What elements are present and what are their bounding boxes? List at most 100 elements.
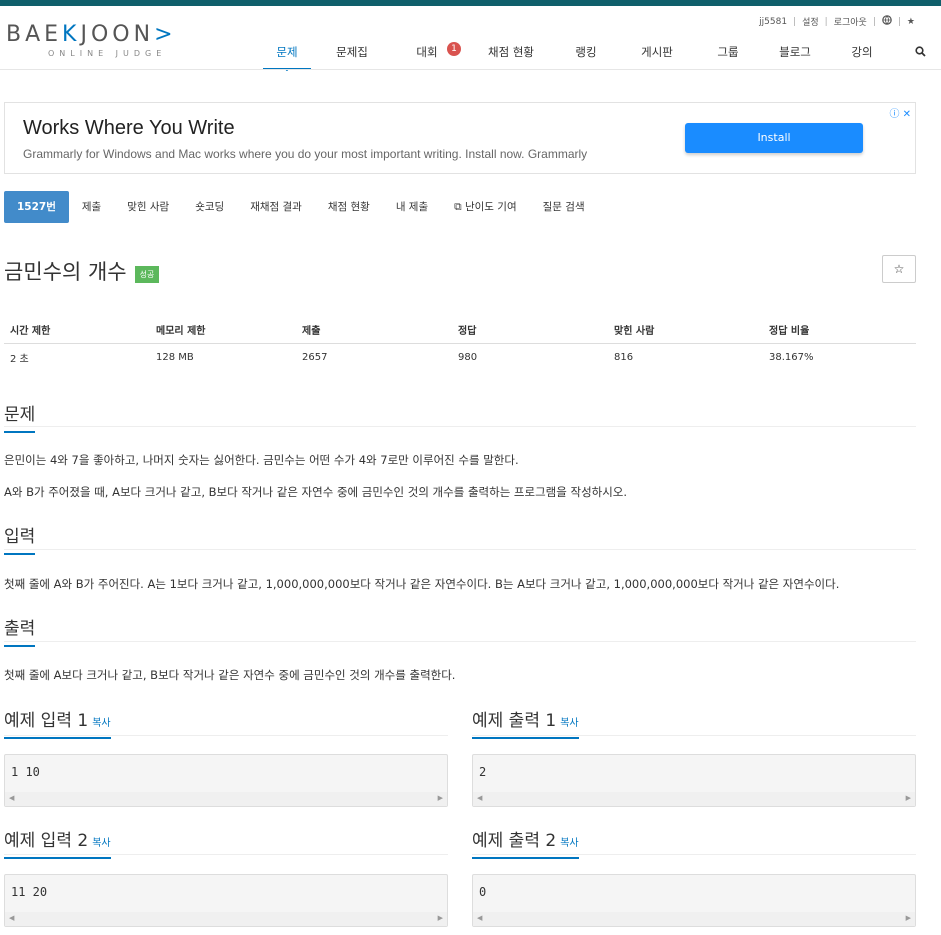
problem-paragraph-2: A와 B가 주어졌을 때, A보다 크거나 같고, B보다 작거나 같은 자연수… [4, 485, 628, 499]
ad-install-button[interactable]: Install [685, 123, 863, 153]
ad-close-icon[interactable]: ⓘ ✕ [889, 105, 911, 120]
problem-title-row: 금민수의 개수 성공 [4, 256, 160, 286]
external-link-icon: ⧉ [454, 201, 465, 213]
separator: | [872, 16, 876, 27]
ad-text: Grammarly for Windows and Mac works wher… [23, 147, 588, 161]
heading-text: 예제 입력 1 [4, 711, 89, 731]
solved-users-value: 816 [614, 352, 634, 364]
sample-input-2-text: 11 20 [11, 885, 48, 899]
table-row: 2 초 128 MB 2657 980 816 38.167% [4, 344, 916, 372]
favorite-button[interactable]: ☆ [882, 255, 916, 283]
memory-limit-value: 128 MB [156, 352, 194, 364]
star-icon[interactable]: ★ [907, 17, 915, 27]
submissions-value: 2657 [302, 352, 328, 364]
accepted-value: 980 [458, 352, 478, 364]
section-divider [472, 854, 916, 855]
input-description: 첫째 줄에 A와 B가 주어진다. A는 1보다 크거나 같고, 1,000,0… [4, 577, 840, 591]
time-limit-value: 2 초 [10, 354, 29, 366]
search-button[interactable] [897, 44, 941, 70]
nav-contests[interactable]: 대회 1 [395, 42, 461, 70]
scroll-left-icon[interactable]: ◀ [477, 794, 482, 802]
globe-icon[interactable] [882, 15, 892, 28]
header-divider [0, 69, 941, 70]
nav-status[interactable]: 채점 현황 [469, 44, 553, 70]
nav-groups[interactable]: 그룹 [701, 44, 755, 70]
section-divider [472, 735, 916, 736]
scroll-right-icon[interactable]: ▶ [906, 914, 911, 922]
header-memory-limit: 메모리 제한 [150, 316, 296, 344]
section-heading-output: 출력 [4, 614, 36, 647]
tab-my-submissions[interactable]: 내 제출 [383, 191, 441, 223]
top-accent-bar [0, 0, 941, 6]
copy-button[interactable]: 복사 [92, 838, 110, 849]
section-divider [4, 426, 916, 427]
ad-banner[interactable]: Works Where You Write Grammarly for Wind… [4, 102, 916, 174]
section-heading-input: 입력 [4, 522, 36, 555]
tab-submit[interactable]: 제출 [69, 191, 114, 223]
header-submissions: 제출 [296, 316, 452, 344]
nav-label: 그룹 [717, 45, 739, 59]
nav-label: 문제집 [336, 45, 368, 59]
nav-ranking[interactable]: 랭킹 [559, 44, 613, 70]
tab-label: 난이도 기여 [464, 201, 517, 213]
horizontal-scrollbar[interactable]: ◀ ▶ [473, 912, 915, 926]
problem-tabs: 1527번 제출 맞힌 사람 숏코딩 재채점 결과 채점 현황 내 제출 ⧉ 난… [4, 191, 598, 223]
horizontal-scrollbar[interactable]: ◀ ▶ [5, 792, 447, 806]
heading-text: 문제 [4, 400, 36, 433]
nav-label: 게시판 [641, 45, 673, 59]
main-nav: 문제 ⌄ 문제집 대회 1 채점 현황 랭킹 게시판 그룹 블로그 강의 [263, 42, 941, 74]
scroll-left-icon[interactable]: ◀ [9, 794, 14, 802]
nav-problems[interactable]: 문제 ⌄ [263, 44, 311, 74]
scroll-right-icon[interactable]: ▶ [906, 794, 911, 802]
logo-subtitle: ONLINE JUDGE [48, 49, 167, 58]
accept-ratio-value: 38.167% [769, 352, 814, 364]
tab-solved-users[interactable]: 맞힌 사람 [114, 191, 182, 223]
horizontal-scrollbar[interactable]: ◀ ▶ [5, 912, 447, 926]
problem-title: 금민수의 개수 [4, 260, 127, 284]
nav-board[interactable]: 게시판 [625, 44, 689, 70]
sample-output-1-text: 2 [479, 765, 487, 779]
site-logo[interactable]: BAEKJOON> ONLINE JUDGE [6, 22, 177, 58]
separator: | [897, 16, 901, 27]
search-icon [914, 46, 926, 57]
sample-input-2-box[interactable]: 11 20 ◀ ▶ [4, 874, 448, 927]
sample-output-2-box[interactable]: 0 ◀ ▶ [472, 874, 916, 927]
sample-input-1-text: 1 10 [11, 765, 40, 779]
copy-button[interactable]: 복사 [560, 838, 578, 849]
tab-short-coding[interactable]: 숏코딩 [182, 191, 237, 223]
ad-title: Works Where You Write [23, 117, 235, 139]
nav-label: 채점 현황 [488, 45, 534, 59]
nav-label: 대회 [416, 45, 438, 59]
sample-input-1-box[interactable]: 1 10 ◀ ▶ [4, 754, 448, 807]
scroll-left-icon[interactable]: ◀ [9, 914, 14, 922]
section-divider [4, 735, 448, 736]
heading-text: 예제 입력 2 [4, 831, 89, 851]
star-outline-icon: ☆ [893, 262, 905, 276]
horizontal-scrollbar[interactable]: ◀ ▶ [473, 792, 915, 806]
heading-text: 예제 출력 2 [472, 831, 557, 851]
section-heading-problem: 문제 [4, 400, 36, 433]
sample-output-1-box[interactable]: 2 ◀ ▶ [472, 754, 916, 807]
separator: | [824, 16, 828, 27]
username-link[interactable]: jj5581 [759, 17, 787, 27]
tab-question-search[interactable]: 질문 검색 [530, 191, 598, 223]
section-divider [4, 549, 916, 550]
header-accept-ratio: 정답 비율 [763, 316, 916, 344]
heading-text: 예제 출력 1 [472, 711, 557, 731]
copy-button[interactable]: 복사 [560, 718, 578, 729]
nav-problem-sets[interactable]: 문제집 [315, 44, 389, 70]
logout-link[interactable]: 로그아웃 [834, 15, 867, 28]
scroll-right-icon[interactable]: ▶ [438, 794, 443, 802]
settings-link[interactable]: 설정 [802, 15, 819, 28]
tab-problem[interactable]: 1527번 [4, 191, 69, 223]
nav-blog[interactable]: 블로그 [763, 44, 827, 70]
nav-lectures[interactable]: 강의 [835, 44, 889, 70]
scroll-left-icon[interactable]: ◀ [477, 914, 482, 922]
scroll-right-icon[interactable]: ▶ [438, 914, 443, 922]
tab-rejudge-results[interactable]: 재채점 결과 [237, 191, 315, 223]
tab-difficulty-contribution[interactable]: ⧉ 난이도 기여 [441, 191, 529, 223]
tab-status[interactable]: 채점 현황 [315, 191, 383, 223]
notification-badge: 1 [447, 42, 461, 56]
copy-button[interactable]: 복사 [92, 718, 110, 729]
heading-text: 입력 [4, 522, 36, 555]
